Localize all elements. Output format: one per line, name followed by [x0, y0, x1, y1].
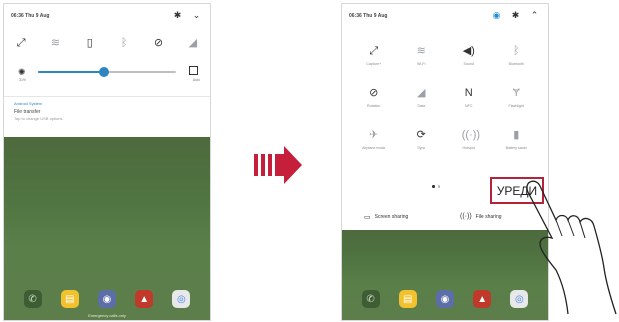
brightness-icon: ✺ [18, 67, 26, 77]
notification-title: File transfer [14, 109, 41, 115]
tile-sound[interactable]: ◀) Sound [445, 44, 493, 66]
transition-arrow-icon [254, 146, 302, 184]
gallery-app-icon[interactable]: ▲ [473, 290, 492, 308]
tile-label: NFC [465, 104, 473, 108]
notification-app-name: Android System [14, 101, 43, 106]
status-time: 06:36 Thu 9 Aug [349, 13, 388, 19]
data-icon[interactable]: ◢ [186, 36, 200, 50]
tile-hotspot[interactable]: ((·)) Hotspot [445, 128, 493, 150]
flashlight-icon: Ɏ [512, 87, 520, 99]
messages-app-icon[interactable]: ▤ [60, 290, 79, 308]
page-indicator [432, 185, 440, 188]
auto-brightness-checkbox[interactable] [189, 66, 198, 75]
battery-saver-icon: ▮ [513, 129, 520, 141]
tile-label: Rotation [367, 104, 381, 108]
camera-app-icon[interactable]: ◉ [97, 290, 116, 308]
wifi-icon[interactable]: ≋ [48, 36, 62, 50]
page-dot [437, 185, 440, 188]
bluetooth-icon: ᛒ [512, 45, 520, 57]
user-icon[interactable]: ◉ [491, 10, 502, 21]
gear-icon[interactable]: ✱ [510, 10, 521, 21]
vibrate-icon[interactable]: ▯ [83, 36, 97, 50]
gear-icon[interactable]: ✱ [172, 10, 183, 21]
brightness-slider-fill[interactable] [38, 71, 104, 73]
file-share-icon: ((·)) [460, 213, 472, 220]
notification-subtitle: Tap to change USB options [14, 116, 63, 121]
tile-label: Data [417, 104, 426, 108]
tile-label: Hotspot [462, 146, 475, 150]
chrome-app-icon[interactable]: ◎ [172, 290, 191, 308]
home-wallpaper: ✆ ▤ ◉ ▲ ◎ Emergency calls only [4, 137, 210, 320]
tile-battery-saver[interactable]: ▮ Battery saver [493, 128, 541, 150]
brightness-percent: 31% [19, 78, 27, 82]
tile-label: Bluetooth [508, 62, 524, 66]
data-icon: ◢ [417, 87, 426, 99]
quick-settings-row: ⤢ ≋ ▯ ᛒ ⊘ ◢ [4, 36, 210, 50]
phone-screen-notification-panel: 06:36 Thu 9 Aug ✱ ⌄ ⤢ ≋ ▯ ᛒ ⊘ ◢ ✺ 31% Auto An… [3, 3, 211, 321]
pointing-hand-icon [526, 180, 617, 315]
brightness-control: ✺ 31% Auto [16, 66, 200, 86]
rotate-icon[interactable]: ⤢ [14, 36, 28, 50]
tile-capture[interactable]: ⤢ Capture+ [350, 44, 398, 66]
file-sharing-button[interactable]: ((·)) File sharing [460, 213, 502, 220]
sound-icon: ◀) [462, 45, 475, 57]
tile-bluetooth[interactable]: ᛒ Bluetooth [493, 44, 541, 66]
tile-label: Airplane mode [362, 146, 386, 150]
sync-icon: ⟳ [416, 129, 426, 141]
messages-app-icon[interactable]: ▤ [398, 290, 417, 308]
nfc-icon: N [464, 87, 473, 99]
screen-share-icon: ▭ [364, 214, 371, 221]
tile-data[interactable]: ◢ Data [398, 86, 446, 108]
phone-app-icon[interactable]: ✆ [361, 290, 380, 308]
auto-brightness-label: Auto [192, 78, 200, 82]
camera-app-icon[interactable]: ◉ [435, 290, 454, 308]
gallery-app-icon[interactable]: ▲ [135, 290, 154, 308]
sharing-row: ▭ Screen sharing ((·)) File sharing [342, 209, 548, 227]
chevron-up-icon[interactable]: ⌃ [529, 10, 540, 21]
hotspot-icon: ((·)) [461, 129, 481, 141]
brightness-slider-thumb[interactable] [99, 67, 109, 77]
screen-sharing-button[interactable]: ▭ Screen sharing [364, 213, 408, 221]
capture-icon: ⤢ [369, 45, 379, 57]
tile-label: Wi-Fi [417, 62, 426, 66]
tile-label: Sync [417, 146, 426, 150]
page-dot-active [432, 185, 435, 188]
status-time: 06:36 Thu 9 Aug [11, 13, 50, 19]
phone-screen-quick-settings: 06:36 Thu 9 Aug ◉ ✱ ⌃ ⤢ Capture+ ≋ Wi-Fi ◀) S… [341, 3, 549, 321]
home-wallpaper: ✆ ▤ ◉ ▲ ◎ [342, 230, 548, 320]
bluetooth-icon[interactable]: ᛒ [117, 36, 131, 50]
app-dock: ✆ ▤ ◉ ▲ ◎ [352, 288, 538, 310]
tile-wifi[interactable]: ≋ Wi-Fi [398, 44, 446, 66]
usb-notification[interactable]: Android System File transfer Tap to chan… [4, 96, 210, 137]
screen-sharing-label: Screen sharing [374, 214, 409, 220]
app-dock: ✆ ▤ ◉ ▲ ◎ [14, 288, 200, 310]
tile-sync[interactable]: ⟳ Sync [398, 128, 446, 150]
tile-nfc[interactable]: N NFC [445, 86, 493, 108]
tile-flashlight[interactable]: Ɏ Flashlight [493, 86, 541, 108]
tile-label: Battery saver [505, 146, 527, 150]
airplane-mode-icon: ✈ [369, 129, 379, 141]
tile-airplane-mode[interactable]: ✈ Airplane mode [350, 128, 398, 150]
emergency-calls-text: Emergency calls only [88, 313, 126, 318]
status-bar: 06:36 Thu 9 Aug ◉ ✱ ⌃ [342, 4, 548, 28]
rotation-icon: ⊘ [369, 87, 379, 99]
phone-app-icon[interactable]: ✆ [23, 290, 42, 308]
tile-label: Sound [463, 62, 474, 66]
status-bar: 06:36 Thu 9 Aug ✱ ⌄ [4, 4, 210, 28]
wifi-icon: ≋ [416, 45, 426, 57]
tile-rotation[interactable]: ⊘ Rotation [350, 86, 398, 108]
tile-label: Capture+ [366, 62, 382, 66]
chevron-down-icon[interactable]: ⌄ [191, 10, 202, 21]
tile-label: Flashlight [508, 104, 524, 108]
file-sharing-label: File sharing [475, 213, 502, 220]
quick-settings-grid: ⤢ Capture+ ≋ Wi-Fi ◀) Sound ᛒ Bluetooth ⊘ Rotatio… [350, 44, 540, 150]
dnd-icon[interactable]: ⊘ [151, 36, 165, 50]
